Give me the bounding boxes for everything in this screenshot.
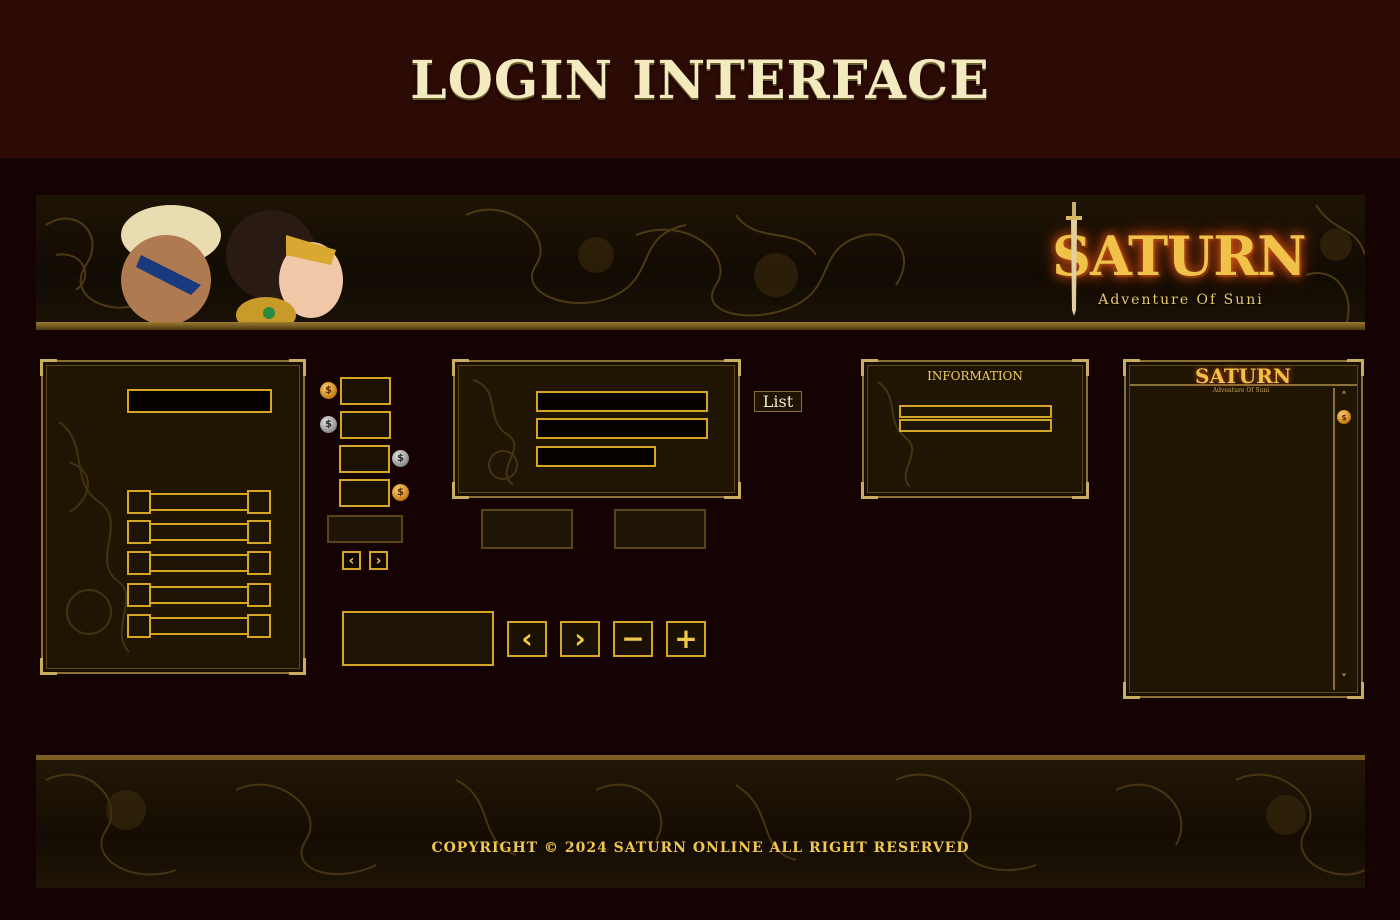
slider-track[interactable]	[139, 586, 261, 604]
slider-row[interactable]	[127, 583, 271, 607]
slider-track[interactable]	[139, 493, 261, 511]
info-field-2[interactable]	[899, 419, 1052, 432]
chevron-left-button[interactable]: ‹	[507, 621, 547, 657]
slider-left-cap[interactable]	[127, 583, 151, 607]
slider-left-cap[interactable]	[127, 520, 151, 544]
dragon-pattern-footer	[45, 773, 1365, 876]
slider-right-cap[interactable]	[247, 551, 271, 575]
copyright-text: COPYRIGHT © 2024 SATURN ONLINE ALL RIGHT…	[431, 840, 970, 856]
password-field[interactable]	[536, 418, 708, 439]
information-title: INFORMATION	[927, 369, 1023, 383]
slider-right-cap[interactable]	[247, 583, 271, 607]
dragon-pattern-info	[877, 381, 914, 488]
slider-left-cap[interactable]	[127, 614, 151, 638]
slider-track[interactable]	[139, 523, 261, 541]
side-logo-title: SATURN	[1195, 364, 1292, 388]
scroll-up-arrow[interactable]: ˄	[1337, 391, 1351, 403]
chevron-right-small-button[interactable]: ›	[369, 551, 388, 570]
plus-button[interactable]: +	[666, 621, 706, 657]
side-panel	[1123, 359, 1364, 699]
chevron-right-button[interactable]: ›	[560, 621, 600, 657]
slider-row[interactable]	[127, 614, 271, 638]
slider-right-cap[interactable]	[247, 614, 271, 638]
large-blank-button[interactable]	[342, 611, 494, 666]
gold-coin-icon: $	[320, 382, 337, 399]
footer-banner	[36, 755, 1365, 888]
info-field-1[interactable]	[899, 405, 1052, 418]
chevron-left-small-button[interactable]: ‹	[342, 551, 361, 570]
slider-right-cap[interactable]	[247, 490, 271, 514]
username-field[interactable]	[536, 391, 708, 412]
dragon-pattern-login	[472, 379, 518, 486]
slider-row[interactable]	[127, 520, 271, 544]
register-action-button[interactable]	[614, 509, 706, 549]
gold-coin-icon: $	[392, 484, 409, 501]
silver-amount-field-alt[interactable]	[339, 445, 390, 473]
login-action-button[interactable]	[481, 509, 573, 549]
saturn-logo-title: SATURN	[1052, 224, 1306, 288]
slider-right-cap[interactable]	[247, 520, 271, 544]
silver-coin-icon: $	[392, 450, 409, 467]
sword-icon	[1066, 202, 1082, 316]
side-logo-subtitle: Adventure Of Suni	[1212, 387, 1270, 394]
silver-coin-icon: $	[320, 416, 337, 433]
slider-left-cap[interactable]	[127, 551, 151, 575]
hero-characters-art	[121, 205, 343, 326]
small-button-blank[interactable]	[327, 515, 403, 543]
slider-track[interactable]	[139, 554, 261, 572]
captcha-field[interactable]	[536, 446, 656, 467]
saturn-logo-subtitle: Adventure Of Suni	[1098, 292, 1264, 308]
scroll-thumb-icon[interactable]: $	[1337, 410, 1351, 424]
banner-trim	[36, 322, 1365, 330]
gold-amount-field[interactable]	[340, 377, 391, 405]
gold-amount-field-alt[interactable]	[339, 479, 390, 507]
side-panel-content	[1130, 388, 1335, 690]
slider-row[interactable]	[127, 551, 271, 575]
slider-row[interactable]	[127, 490, 271, 514]
slider-left-cap[interactable]	[127, 490, 151, 514]
scroll-down-arrow[interactable]: ˅	[1337, 673, 1351, 685]
slider-track[interactable]	[139, 617, 261, 635]
list-button[interactable]: List	[754, 391, 802, 412]
minus-button[interactable]: −	[613, 621, 653, 657]
silver-amount-field[interactable]	[340, 411, 391, 439]
page-title: LOGIN INTERFACE	[410, 50, 990, 111]
server-name-field[interactable]	[127, 389, 272, 413]
